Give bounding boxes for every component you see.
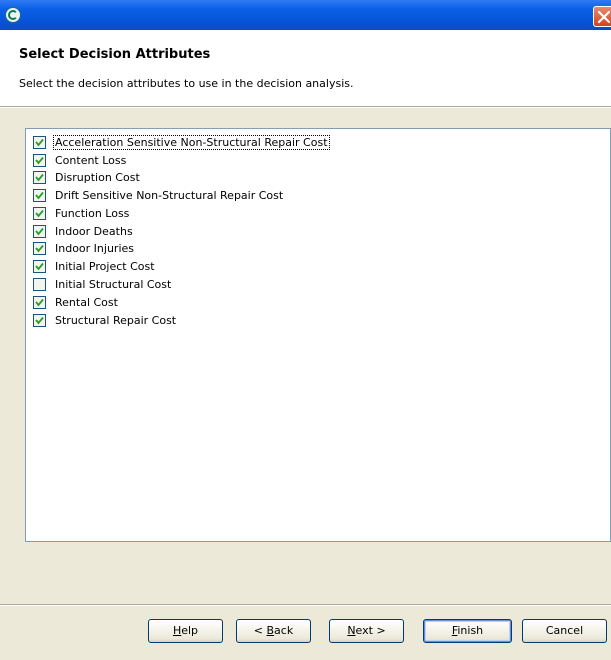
list-item[interactable]: Drift Sensitive Non-Structural Repair Co… [33,187,603,204]
list-item-label: Initial Structural Cost [55,278,172,291]
list-item-label: Disruption Cost [55,171,140,184]
list-item[interactable]: Initial Project Cost [33,258,603,275]
list-item[interactable]: Function Loss [33,205,603,222]
checkbox[interactable] [33,242,46,255]
list-item-label: Drift Sensitive Non-Structural Repair Co… [55,189,284,202]
list-item[interactable]: Rental Cost [33,294,603,311]
list-item[interactable]: Content Loss [33,152,603,169]
checkmark-icon [35,156,44,165]
back-button[interactable]: < Back [236,619,311,643]
list-item[interactable]: Indoor Injuries [33,240,603,257]
checkbox[interactable] [33,189,46,202]
checkmark-icon [35,191,44,200]
checkmark-icon [35,138,44,147]
checkmark-icon [35,227,44,236]
list-item[interactable]: Acceleration Sensitive Non-Structural Re… [33,134,603,151]
finish-button[interactable]: Finish [423,619,512,643]
footer-divider [0,604,611,606]
page-description: Select the decision attributes to use in… [19,77,354,90]
header-divider [0,106,611,108]
checkmark-icon [35,316,44,325]
list-item-label: Rental Cost [55,296,118,309]
help-button[interactable]: Help [148,619,223,643]
cancel-button[interactable]: Cancel [522,619,607,643]
title-bar [0,0,611,30]
list-item-label: Indoor Injuries [55,242,134,255]
checkbox[interactable] [33,278,46,291]
checkmark-icon [35,209,44,218]
checkmark-icon [35,298,44,307]
checkmark-icon [35,244,44,253]
checkmark-icon [35,262,44,271]
list-item[interactable]: Disruption Cost [33,169,603,186]
attribute-checklist[interactable]: Acceleration Sensitive Non-Structural Re… [25,128,611,542]
list-item-label: Initial Project Cost [55,260,155,273]
list-item-label: Acceleration Sensitive Non-Structural Re… [53,135,330,150]
checkbox[interactable] [33,296,46,309]
checkbox[interactable] [33,154,46,167]
close-icon [598,11,610,23]
checkbox[interactable] [33,225,46,238]
close-button[interactable] [593,6,611,27]
checkbox[interactable] [33,171,46,184]
list-item[interactable]: Indoor Deaths [33,223,603,240]
list-item[interactable]: Initial Structural Cost [33,276,603,293]
next-button[interactable]: Next > [329,619,404,643]
list-item-label: Content Loss [55,154,127,167]
app-logo-icon [5,7,21,23]
wizard-header: Select Decision Attributes Select the de… [0,30,611,106]
checkbox[interactable] [33,314,46,327]
list-item-label: Structural Repair Cost [55,314,177,327]
page-title: Select Decision Attributes [19,47,211,62]
checkbox[interactable] [33,260,46,273]
list-item[interactable]: Structural Repair Cost [33,312,603,329]
checkbox[interactable] [33,136,46,149]
list-item-label: Indoor Deaths [55,225,133,238]
list-item-label: Function Loss [55,207,130,220]
checkbox[interactable] [33,207,46,220]
checkmark-icon [35,173,44,182]
